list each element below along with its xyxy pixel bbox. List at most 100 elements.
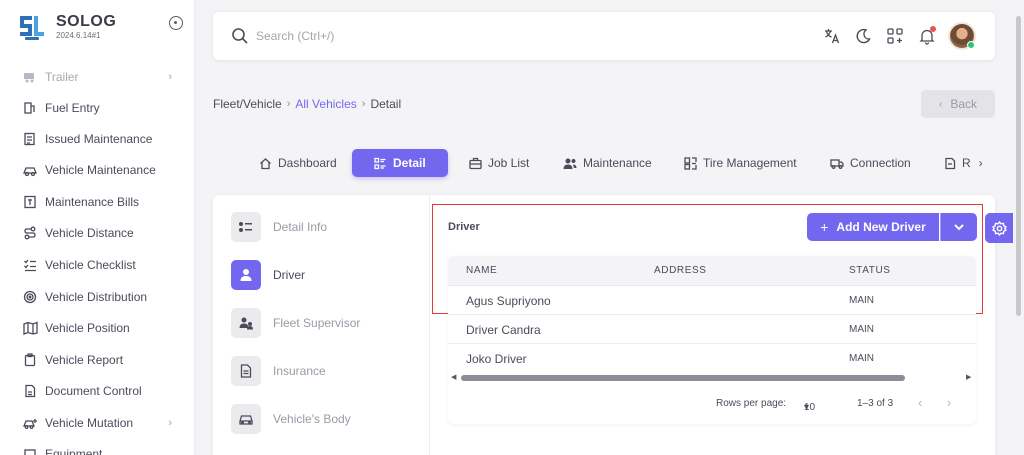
table-horizontal-scrollbar[interactable]: ◀ ▶ [448,372,976,384]
sidebar-item-equipment[interactable]: Equipment [22,443,182,455]
tab-label: Maintenance [583,156,652,170]
sidebar-item-label: Vehicle Report [45,353,124,367]
sidebar-item-vehicle-maintenance[interactable]: Vehicle Maintenance [22,159,182,181]
table-row[interactable]: Joko Driver MAIN [448,343,976,372]
breadcrumb-link-all-vehicles[interactable]: All Vehicles [295,97,356,111]
tab-connection[interactable]: Connection [830,149,911,177]
search-input[interactable] [256,26,556,46]
sidebar-item-vehicle-report[interactable]: Vehicle Report [22,349,182,371]
checklist-icon [22,257,38,273]
column-header-name[interactable]: NAME [466,265,497,276]
sidebar-item-label: Vehicle Position [45,321,130,335]
tab-tire-management[interactable]: Tire Management [684,149,797,177]
sidebar-item-document-control[interactable]: Document Control [22,380,182,402]
previous-page-icon[interactable]: ‹ [918,395,922,410]
file-icon [231,356,261,386]
sidebar-item-fuel-entry[interactable]: Fuel Entry [22,97,182,119]
tabs-scroll-right-icon[interactable]: › [979,156,983,170]
scrollbar-thumb[interactable] [461,375,905,381]
sidebar-item-label: Vehicle Distribution [45,290,148,304]
sidebar-toggle-icon[interactable] [169,16,183,30]
add-new-driver-label: Add New Driver [836,220,926,234]
tab-report[interactable]: R › [944,149,983,177]
trailer-icon [22,69,38,85]
plus-icon: + [820,219,829,235]
users-icon [231,308,261,338]
chevron-down-icon [954,224,964,231]
sidebar-item-trailer[interactable]: Trailer › [22,66,182,88]
sidebar-item-maintenance-bills[interactable]: Maintenance Bills [22,191,182,213]
tab-dashboard[interactable]: Dashboard [259,149,337,177]
page-scrollbar[interactable] [1014,0,1024,455]
sidebar-item-vehicle-position[interactable]: Vehicle Position [22,317,182,339]
tab-label: Job List [488,156,530,170]
tab-label: Tire Management [703,156,797,170]
detail-menu-driver[interactable]: Driver [231,260,305,290]
theme-moon-icon[interactable] [854,27,872,45]
brand-version: 2024.6.14#1 [56,30,101,40]
users-icon [563,157,577,170]
avatar[interactable] [948,22,976,50]
scroll-left-arrow-icon[interactable]: ◀ [451,373,456,381]
vehicle-maintenance-icon [22,162,38,178]
sidebar-item-vehicle-distance[interactable]: Vehicle Distance [22,222,182,244]
tab-detail[interactable]: Detail [352,149,448,177]
detail-menu-label: Fleet Supervisor [273,316,361,330]
equipment-icon [22,446,38,455]
mutation-icon [22,415,38,431]
sidebar-item-label: Issued Maintenance [45,132,153,146]
briefcase-icon [469,157,482,170]
sidebar-item-issued-maintenance[interactable]: Issued Maintenance [22,128,182,150]
detail-menu-insurance[interactable]: Insurance [231,356,326,386]
customizer-settings-button[interactable] [985,213,1013,243]
chevron-right-icon: › [168,417,172,429]
tab-maintenance[interactable]: Maintenance [563,149,652,177]
chevron-right-icon: › [168,71,172,83]
notification-bell-icon[interactable] [918,26,936,45]
sidebar: SOLOG 2024.6.14#1 Trailer › Fuel Entry I… [0,0,195,455]
brand[interactable]: SOLOG 2024.6.14#1 [16,10,116,42]
chevron-left-icon: ‹ [938,98,943,110]
bill-icon [22,194,38,210]
sidebar-item-label: Vehicle Mutation [45,416,134,430]
detail-menu-vehicles-body[interactable]: Vehicle's Body [231,404,351,434]
shortcuts-grid-icon[interactable] [886,27,904,45]
detail-menu-label: Detail Info [273,220,328,234]
route-icon [22,225,38,241]
report-icon [944,157,956,170]
back-button[interactable]: ‹ Back [921,90,995,118]
truck-icon [830,157,844,170]
detail-menu-detail-info[interactable]: Detail Info [231,212,327,242]
add-driver-dropdown-button[interactable] [940,213,977,241]
sidebar-item-label: Equipment [45,447,103,455]
clipboard-icon [22,352,38,368]
scroll-right-arrow-icon[interactable]: ▶ [966,373,971,381]
rows-per-page-label: Rows per page: [716,398,787,409]
sidebar-item-vehicle-distribution[interactable]: Vehicle Distribution [22,286,182,308]
pagination: Rows per page: 10 ▾ 1–3 of 3 ‹ › [448,394,976,418]
map-icon [22,320,38,336]
detail-menu-fleet-supervisor[interactable]: Fleet Supervisor [231,308,360,338]
column-header-status[interactable]: STATUS [849,265,891,276]
sidebar-item-vehicle-checklist[interactable]: Vehicle Checklist [22,254,182,276]
page-scrollbar-thumb[interactable] [1016,16,1021,316]
sidebar-item-vehicle-mutation[interactable]: Vehicle Mutation › [22,412,182,434]
search-icon [232,28,248,44]
back-label: Back [950,97,978,111]
translate-icon[interactable] [823,27,841,45]
table-row[interactable]: Driver Candra MAIN [448,314,976,343]
pagination-range: 1–3 of 3 [857,398,894,409]
add-new-driver-button[interactable]: + Add New Driver [807,213,939,241]
list-details-icon [374,157,387,170]
tab-job-list[interactable]: Job List [469,149,529,177]
driver-status: MAIN [849,353,874,364]
sidebar-item-label: Document Control [45,384,142,398]
table-header: NAME ADDRESS STATUS [448,256,976,285]
issued-maintenance-icon [22,131,38,147]
tab-label: Connection [850,156,911,170]
solog-logo-icon [20,16,44,40]
table-row[interactable]: Agus Supriyono MAIN [448,285,976,314]
column-header-address[interactable]: ADDRESS [654,265,707,276]
next-page-icon[interactable]: › [947,395,951,410]
document-icon [22,383,38,399]
